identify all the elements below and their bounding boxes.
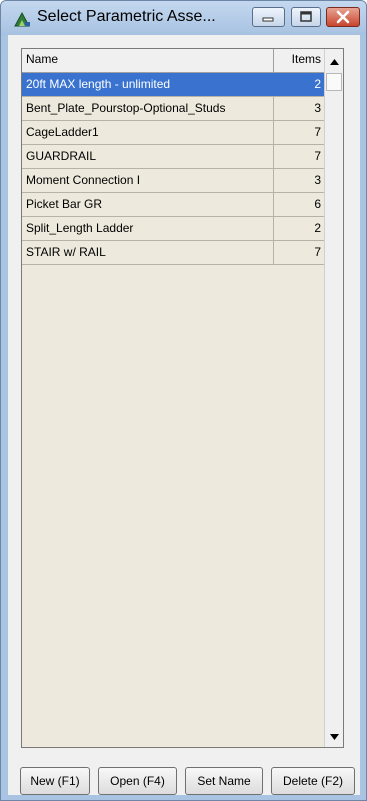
- scroll-up-icon: [330, 52, 339, 70]
- row-name: STAIR w/ RAIL: [22, 241, 274, 264]
- dialog-window: Select Parametric Asse... Name Items 20f…: [0, 0, 367, 801]
- row-items: 6: [314, 197, 321, 211]
- row-items: 3: [314, 173, 321, 187]
- scroll-up-button[interactable]: [325, 51, 343, 70]
- list-row[interactable]: GUARDRAIL 7: [22, 145, 324, 169]
- row-name: 20ft MAX length - unlimited: [22, 73, 274, 96]
- assemblies-list[interactable]: Name Items 20ft MAX length - unlimited 2…: [21, 48, 344, 748]
- list-rows: 20ft MAX length - unlimited 2 Bent_Plate…: [22, 73, 324, 265]
- list-header: Name Items: [22, 49, 343, 73]
- list-row[interactable]: Moment Connection I 3: [22, 169, 324, 193]
- list-row[interactable]: Picket Bar GR 6: [22, 193, 324, 217]
- maximize-button[interactable]: [291, 7, 321, 27]
- window-title: Select Parametric Asse...: [37, 8, 216, 25]
- column-header-items[interactable]: Items: [274, 49, 324, 72]
- row-name: CageLadder1: [22, 121, 274, 144]
- open-button[interactable]: Open (F4): [98, 767, 177, 795]
- dialog-client-area: Name Items 20ft MAX length - unlimited 2…: [8, 35, 360, 795]
- row-name: Bent_Plate_Pourstop-Optional_Studs: [22, 97, 274, 120]
- new-button[interactable]: New (F1): [20, 767, 90, 795]
- column-header-name[interactable]: Name: [22, 49, 274, 72]
- scroll-down-icon: [330, 727, 339, 745]
- row-name: Picket Bar GR: [22, 193, 274, 216]
- list-row[interactable]: 20ft MAX length - unlimited 2: [22, 73, 324, 97]
- list-row[interactable]: Bent_Plate_Pourstop-Optional_Studs 3: [22, 97, 324, 121]
- row-name: Moment Connection I: [22, 169, 274, 192]
- row-items: 7: [314, 125, 321, 139]
- row-items: 3: [314, 101, 321, 115]
- maximize-icon: [292, 11, 320, 30]
- row-items: 7: [314, 149, 321, 163]
- scroll-down-button[interactable]: [325, 726, 343, 745]
- close-icon: [327, 10, 359, 30]
- title-bar[interactable]: Select Parametric Asse...: [1, 1, 366, 35]
- row-items: 7: [314, 245, 321, 259]
- minimize-button[interactable]: [252, 7, 285, 27]
- delete-button[interactable]: Delete (F2): [271, 767, 355, 795]
- close-button[interactable]: [326, 7, 360, 27]
- row-name: Split_Length Ladder: [22, 217, 274, 240]
- row-items: 2: [314, 221, 321, 235]
- scrollbar-thumb[interactable]: [326, 73, 342, 91]
- row-items: 2: [314, 77, 321, 91]
- vertical-scrollbar[interactable]: [324, 49, 343, 747]
- minimize-icon: [253, 13, 284, 30]
- list-row[interactable]: CageLadder1 7: [22, 121, 324, 145]
- set-name-button[interactable]: Set Name: [185, 767, 263, 795]
- list-row[interactable]: STAIR w/ RAIL 7: [22, 241, 324, 265]
- app-icon: [13, 11, 31, 27]
- row-name: GUARDRAIL: [22, 145, 274, 168]
- list-row[interactable]: Split_Length Ladder 2: [22, 217, 324, 241]
